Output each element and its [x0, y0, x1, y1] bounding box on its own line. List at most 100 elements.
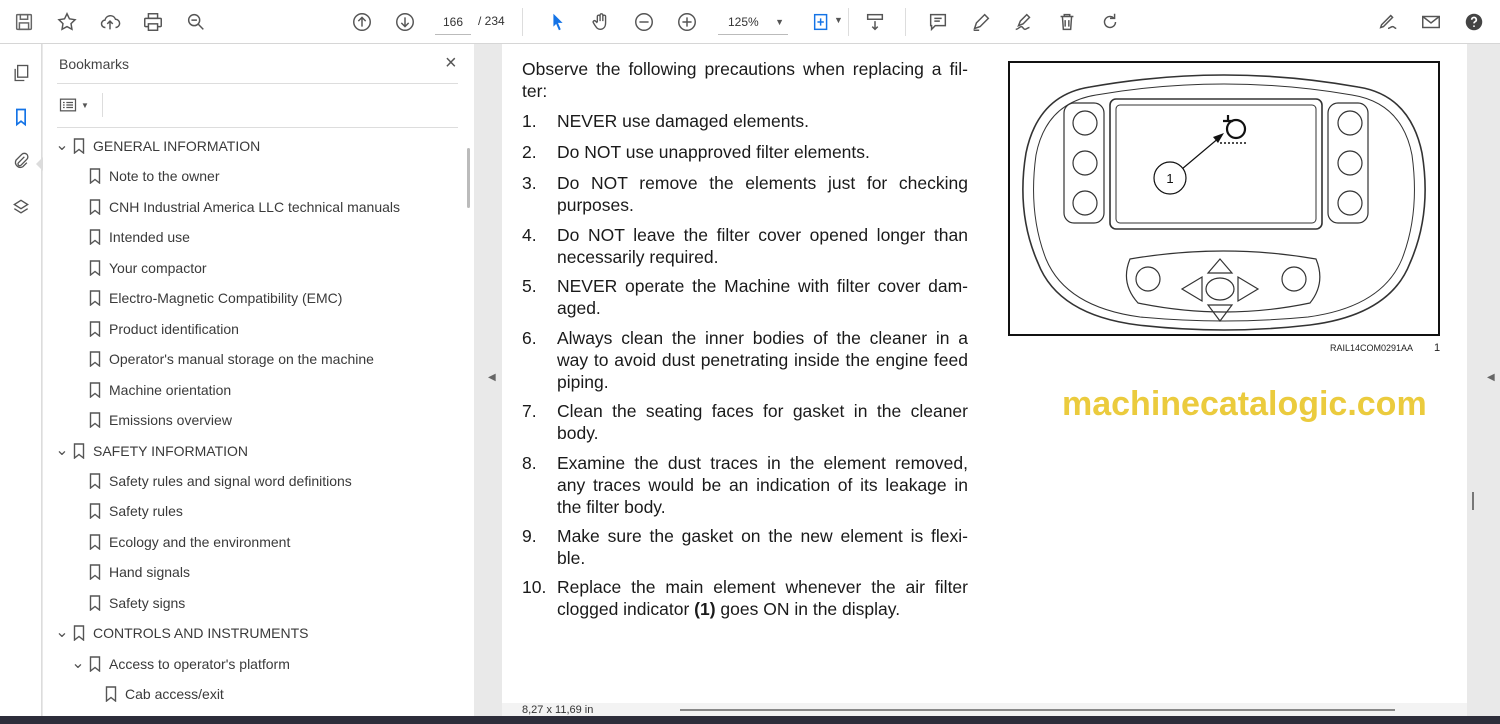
- bookmark-icon: [89, 473, 101, 490]
- bookmark-label: Safety rules: [109, 503, 183, 520]
- bookmark-panel-icon[interactable]: [6, 102, 36, 132]
- fill-sign-icon[interactable]: [1372, 6, 1404, 38]
- bookmark-item[interactable]: Your compactor: [71, 255, 207, 281]
- bookmark-label: Safety rules and signal word definitions: [109, 472, 352, 489]
- bookmark-icon: [89, 168, 101, 185]
- bookmark-item[interactable]: Safety rules and signal word definitions: [71, 468, 352, 494]
- bookmark-item[interactable]: ⌄ Access to operator's platform: [71, 651, 290, 677]
- bookmark-label: CONTROLS AND INSTRUMENTS: [93, 625, 309, 642]
- bookmark-icon: [73, 442, 85, 459]
- watermark: machinecatalogic.com: [1062, 385, 1427, 423]
- sign-icon[interactable]: [1008, 6, 1040, 38]
- bookmark-item[interactable]: Operator's manual storage on the machine: [71, 346, 374, 372]
- bookmark-item[interactable]: Machine orientation: [71, 377, 231, 403]
- divider: [57, 127, 458, 128]
- toolbar: / 234 125% ▼ ▼: [0, 0, 1500, 44]
- bookmark-item[interactable]: Cab access/exit: [87, 681, 224, 707]
- bookmark-label: GENERAL INFORMATION: [93, 138, 261, 154]
- list-item: 9. Make sure the gasket on the new elemen…: [522, 525, 968, 569]
- chevron-down-icon: ▼: [81, 100, 89, 110]
- comment-icon[interactable]: [922, 6, 954, 38]
- item-text: Examine the dust traces in the element r…: [557, 453, 968, 517]
- item-number: 8.: [522, 453, 537, 473]
- pages-icon[interactable]: [6, 58, 36, 88]
- chevron-down-icon[interactable]: ⌄: [55, 138, 69, 154]
- page-number-input[interactable]: [435, 9, 471, 35]
- collapse-left-icon[interactable]: ◀: [488, 372, 496, 383]
- panel-scrollbar[interactable]: [467, 148, 470, 208]
- bookmark-item[interactable]: Safety signs: [71, 590, 185, 616]
- zoom-search-icon[interactable]: [180, 6, 212, 38]
- bookmark-item[interactable]: Electro-Magnetic Compatibility (EMC): [71, 285, 342, 311]
- intro-paragraph: Observe the following precautions when r…: [522, 59, 968, 101]
- display-diagram: 1: [1022, 74, 1426, 331]
- upload-icon[interactable]: [94, 6, 126, 38]
- chevron-down-icon[interactable]: ▼: [834, 15, 843, 25]
- delete-icon[interactable]: [1051, 6, 1083, 38]
- bookmarks-panel: Bookmarks × ▼ ⌄ GENERAL INFORMATION Note t…: [43, 44, 474, 716]
- divider: [102, 93, 103, 117]
- bookmark-item[interactable]: Product identification: [71, 316, 239, 342]
- list-options-icon: [59, 98, 77, 112]
- item-text: Do NOT remove the elements just for chec…: [557, 173, 968, 215]
- panel-title: Bookmarks: [59, 56, 130, 72]
- star-icon[interactable]: [51, 6, 83, 38]
- item-text-end: goes ON in the display.: [715, 599, 901, 619]
- hand-icon[interactable]: [585, 6, 617, 38]
- chevron-down-icon[interactable]: ⌄: [55, 442, 69, 458]
- item-text: Clean the seating faces for gasket in th…: [557, 401, 968, 443]
- bookmark-label: Hand signals: [109, 564, 190, 581]
- bookmark-item[interactable]: ⌄ GENERAL INFORMATION: [55, 133, 260, 159]
- item-number: 1.: [522, 111, 537, 131]
- bookmark-icon: [89, 564, 101, 581]
- bookmark-icon: [73, 138, 85, 155]
- horizontal-scrollbar[interactable]: [680, 709, 1395, 711]
- layers-icon[interactable]: [6, 192, 36, 222]
- bookmark-icon: [89, 381, 101, 399]
- bookmark-item[interactable]: ⌄ CONTROLS AND INSTRUMENTS: [55, 620, 308, 646]
- left-rail: [0, 44, 44, 724]
- collapse-right-icon[interactable]: ◀: [1487, 372, 1495, 383]
- divider: [522, 8, 523, 36]
- bookmark-icon: [73, 625, 85, 642]
- list-item: 2. Do NOT use unapproved filter elements.: [522, 141, 968, 163]
- item-number: 7.: [522, 401, 537, 421]
- item-text: Do NOT use unapproved filter elements.: [557, 142, 870, 162]
- document-scrollbar[interactable]: [1472, 492, 1474, 510]
- zoom-in-icon[interactable]: [671, 6, 703, 38]
- zoom-out-icon[interactable]: [628, 6, 660, 38]
- item-text: NEVER use damaged elements.: [557, 111, 809, 131]
- help-icon[interactable]: [1458, 6, 1490, 38]
- bookmark-icon: [89, 351, 101, 368]
- chevron-down-icon[interactable]: ⌄: [55, 625, 69, 641]
- divider: [905, 8, 906, 36]
- bookmark-options-button[interactable]: ▼: [58, 93, 98, 117]
- bookmark-item[interactable]: Emissions overview: [71, 407, 232, 433]
- page-up-icon[interactable]: [346, 6, 378, 38]
- attachment-icon[interactable]: [6, 146, 36, 176]
- bookmark-item[interactable]: CNH Industrial America LLC technical man…: [71, 194, 400, 220]
- chevron-down-icon[interactable]: ⌄: [71, 655, 85, 671]
- bookmark-item[interactable]: ⌄ SAFETY INFORMATION: [55, 438, 248, 464]
- bookmark-label: Operator's manual storage on the machine: [109, 351, 374, 368]
- bookmark-item[interactable]: Note to the owner: [71, 163, 220, 189]
- pen-icon[interactable]: [965, 6, 997, 38]
- page-down-icon[interactable]: [389, 6, 421, 38]
- bookmark-item[interactable]: Intended use: [71, 224, 190, 250]
- zoom-select[interactable]: 125% ▼: [718, 9, 788, 35]
- mail-icon[interactable]: [1415, 6, 1447, 38]
- figure-caption: RAIL14COM0291AA: [1330, 343, 1414, 353]
- close-icon[interactable]: ×: [445, 52, 457, 75]
- bookmark-item[interactable]: Hand signals: [71, 559, 190, 585]
- bookmark-icon: [89, 199, 101, 216]
- bookmark-item[interactable]: Safety rules: [71, 498, 183, 524]
- print-icon[interactable]: [137, 6, 169, 38]
- item-text: Make sure the gasket on the new element …: [557, 526, 968, 568]
- redo-icon[interactable]: [1094, 6, 1126, 38]
- bookmark-item[interactable]: Ecology and the environment: [71, 529, 290, 555]
- select-cursor-icon[interactable]: [542, 6, 574, 38]
- item-callout-ref: (1): [694, 599, 716, 619]
- save-icon[interactable]: [8, 6, 40, 38]
- scroll-mode-icon[interactable]: [859, 6, 891, 38]
- item-number: 10.: [522, 577, 547, 597]
